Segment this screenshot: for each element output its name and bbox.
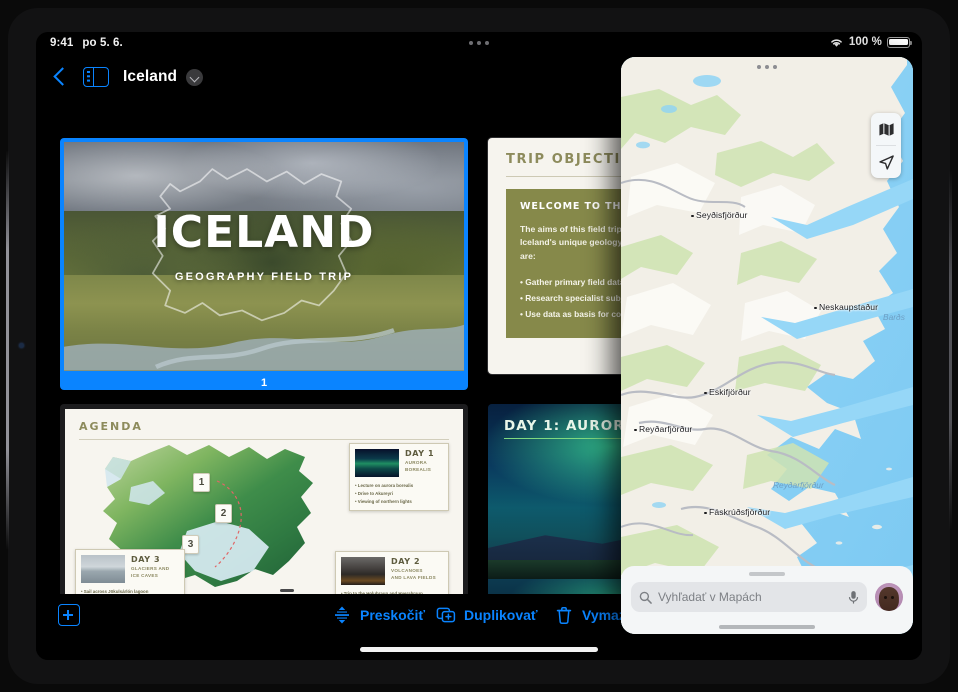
map-pin-1: 1 [193, 473, 210, 492]
day-card-1-titles: DAY 1 AURORA BOREALIS [405, 449, 434, 477]
day-card-3-header: DAY 3 GLACIERS AND ICE CAVES [81, 555, 179, 583]
handle-dot [485, 41, 489, 45]
day-card-1: DAY 1 AURORA BOREALIS • Lecture on auror… [349, 443, 449, 512]
day-card-1-header: DAY 1 AURORA BOREALIS [355, 449, 443, 477]
status-bar-right: 100 % [829, 36, 913, 48]
status-date: po 5. 6. [82, 37, 123, 49]
battery-icon [887, 36, 913, 48]
aurora-thumbnail [355, 449, 399, 477]
duplicate-icon [436, 605, 456, 625]
map-surface[interactable] [621, 57, 913, 634]
bezel-edge-highlight-right [949, 170, 952, 530]
search-icon [639, 591, 652, 604]
search-placeholder: Vyhľadať v Mapách [658, 590, 762, 604]
duplicate-slide-label: Duplikovať [464, 607, 538, 623]
agenda-content: AGENDA 1 2 3 DAY 1 AURORA BOREALIS • Lec… [65, 409, 463, 594]
day-card-3-label: DAY 3 [131, 555, 161, 564]
avatar-eye-left [883, 595, 888, 599]
map-icon [878, 122, 894, 136]
day-card-3: DAY 3 GLACIERS AND ICE CAVES • Sail acro… [75, 549, 185, 594]
slide-subtitle: GEOGRAPHY FIELD TRIP [174, 270, 354, 283]
search-input[interactable]: Vyhľadať v Mapách [631, 582, 867, 612]
bezel-indicator-dot [19, 343, 24, 348]
maps-multitask-handle[interactable] [757, 65, 777, 69]
map-label-faskrudsfjordur[interactable]: Fáskrúðsfjörður [703, 507, 770, 517]
day-card-1-subtitle: AURORA BOREALIS [405, 460, 432, 472]
handle-dot [757, 65, 761, 69]
day-card-2: DAY 2 VOLCANOES AND LAVA FIELDS • Trip t… [335, 551, 449, 594]
day-card-1-bullet-3: • Viewing of northern lights [355, 499, 412, 505]
sheet-grabber[interactable] [749, 572, 785, 576]
title-text-group: ICELAND GEOGRAPHY FIELD TRIP [64, 206, 464, 283]
battery-fill [889, 38, 908, 46]
day-card-2-header: DAY 2 VOLCANOES AND LAVA FIELDS [341, 557, 443, 585]
status-time: 9:41 [50, 37, 74, 49]
chevron-down-icon[interactable] [186, 68, 204, 86]
map-label-reydarfjordur[interactable]: Reyðarfjörður [633, 424, 692, 434]
multitask-handle[interactable] [469, 41, 489, 45]
skip-slide-label: Preskočiť [360, 607, 426, 623]
slide-1-content: ICELAND GEOGRAPHY FIELD TRIP [64, 142, 464, 371]
slide-title: ICELAND [153, 206, 375, 258]
slide-thumbnail-1[interactable]: ICELAND GEOGRAPHY FIELD TRIP 1 [60, 138, 468, 390]
locate-me-button[interactable] [871, 146, 901, 178]
status-bar-left: 9:41 po 5. 6. [50, 37, 123, 49]
home-indicator[interactable] [360, 647, 598, 652]
map-label-eskifjordur[interactable]: Eskifjörður [704, 387, 751, 397]
map-water-label-reydarfjordur-bay: Reyðarfjörður [773, 480, 824, 490]
trash-icon [554, 605, 574, 625]
day-card-1-bullet-2: • Drive to Akureyri [355, 491, 393, 497]
status-bar: 9:41 po 5. 6. 100 % [36, 32, 922, 56]
battery-percent: 100 % [848, 36, 882, 48]
page-title: Iceland [123, 68, 178, 85]
maps-search-row: Vyhľadať v Mapách [631, 582, 903, 612]
skip-slide-button[interactable]: Preskočiť [332, 605, 425, 625]
day-card-1-bullet-1: • Lecture on aurora borealis [355, 483, 414, 488]
map-label-seydisfjordur[interactable]: Seyðisfjörður [690, 210, 747, 220]
volcano-thumbnail [341, 557, 385, 585]
map-water-label-bards: Barðs [883, 312, 905, 322]
title-slide-photo: ICELAND GEOGRAPHY FIELD TRIP [64, 142, 464, 371]
handle-dot [773, 65, 777, 69]
screen: 9:41 po 5. 6. 100 % Iceland ICELAND GEOG… [36, 32, 922, 660]
user-avatar[interactable] [875, 583, 903, 611]
map-mode-button[interactable] [871, 113, 901, 145]
maps-slideover-window[interactable]: Seyðisfjörður Neskaupstaður Eskifjörður … [621, 57, 913, 634]
microphone-icon[interactable] [848, 590, 859, 605]
day-card-3-titles: DAY 3 GLACIERS AND ICE CAVES [131, 555, 169, 583]
map-pin-2: 2 [215, 504, 232, 523]
maps-search-sheet: Vyhľadať v Mapách [621, 566, 913, 634]
agenda-heading: AGENDA [79, 420, 143, 433]
handle-dot [477, 41, 481, 45]
avatar-face [878, 587, 900, 611]
add-slide-button[interactable] [58, 604, 80, 626]
device-frame: 9:41 po 5. 6. 100 % Iceland ICELAND GEOG… [0, 0, 958, 692]
canvas-scrollbar[interactable] [280, 589, 294, 592]
slide-thumbnail-3[interactable]: AGENDA 1 2 3 DAY 1 AURORA BOREALIS • Lec… [60, 404, 468, 594]
skip-slide-icon [332, 605, 352, 625]
day-card-2-label: DAY 2 [391, 557, 421, 566]
handle-dot [765, 65, 769, 69]
day-card-2-subtitle: VOLCANOES AND LAVA FIELDS [391, 568, 436, 580]
day-card-1-label: DAY 1 [405, 449, 435, 458]
map-controls-group [871, 113, 901, 178]
location-arrow-icon [878, 154, 894, 170]
sidebar-toggle-icon[interactable] [83, 67, 109, 87]
slide-number-label: 1 [260, 377, 268, 389]
day-card-3-subtitle: GLACIERS AND ICE CAVES [131, 566, 170, 578]
wifi-icon [831, 38, 842, 47]
day-card-2-titles: DAY 2 VOLCANOES AND LAVA FIELDS [391, 557, 436, 585]
map-label-neskaupstadur[interactable]: Neskaupstaður [813, 302, 878, 312]
glacier-thumbnail [81, 555, 125, 583]
handle-dot [469, 41, 473, 45]
maps-home-indicator[interactable] [719, 625, 815, 629]
bezel-edge-highlight-left [6, 150, 9, 550]
back-button[interactable] [50, 63, 72, 91]
duplicate-slide-button[interactable]: Duplikovať [436, 605, 538, 625]
